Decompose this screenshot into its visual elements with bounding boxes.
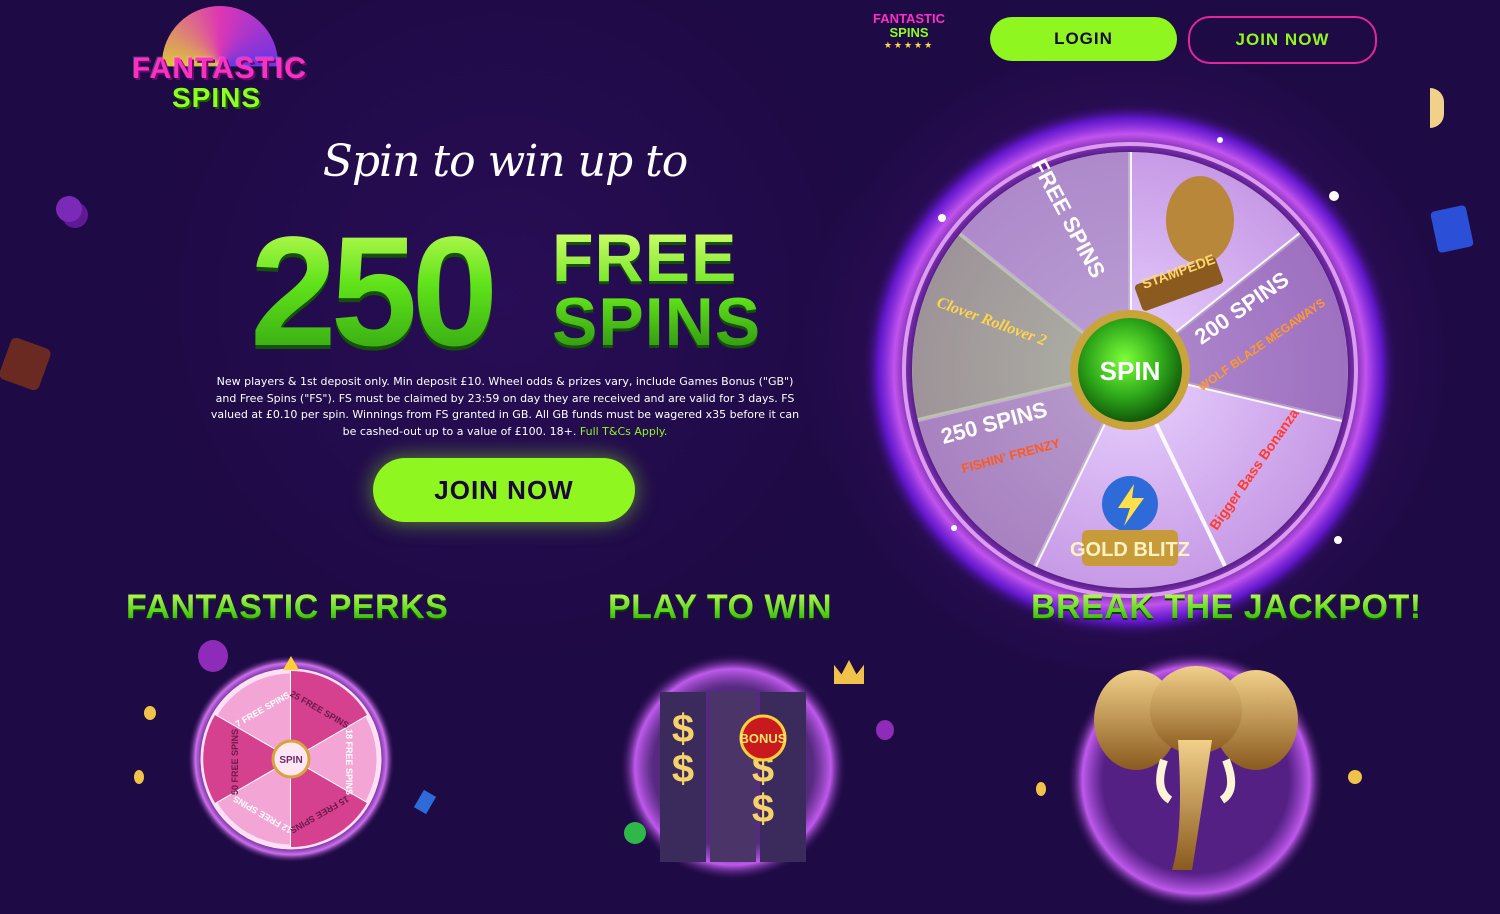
header-join-now-button[interactable]: JOIN NOW (1188, 16, 1377, 64)
svg-text:$: $ (672, 747, 694, 791)
hero-free-spins-text: FREE SPINS (552, 226, 761, 354)
svg-text:$: $ (672, 707, 694, 751)
prize-wheel-graphic: SPIN FREE SPINS STAMPEDE 200 SPINS WOLF … (862, 102, 1398, 638)
terms-text: New players & 1st deposit only. Min depo… (208, 374, 802, 440)
logo-word-fantastic: FANTASTIC (132, 52, 308, 85)
perks-wheel-image: SPIN 7 FREE SPINS 25 FREE SPINS 18 FREE … (186, 654, 396, 864)
blue-gem-icon (1430, 204, 1474, 254)
brand-logo[interactable]: FANTASTIC SPINS (130, 6, 310, 113)
wheel-segment-gold-blitz: GOLD BLITZ (1070, 539, 1190, 561)
hero-tagline: Spin to win up to (322, 136, 689, 187)
mini-logo-line2: SPINS (889, 25, 929, 40)
wheel-spin-label: SPIN (1100, 356, 1161, 386)
grapes-icon (198, 640, 228, 672)
perks-segment-6: 50 FREE SPINS (230, 729, 240, 795)
coin-icon (134, 770, 144, 784)
coin-icon (1036, 782, 1046, 796)
logo-word-spins: SPINS (172, 82, 262, 113)
section-title-break-the-jackpot: BREAK THE JACKPOT! (1031, 588, 1422, 626)
coin-icon (1348, 770, 1362, 784)
chocolate-icon (0, 336, 53, 392)
perks-wheel-spin-label: SPIN (279, 755, 302, 766)
hero-join-now-button[interactable]: JOIN NOW (373, 458, 635, 522)
hero-free-word: FREE (552, 220, 738, 296)
grapes-icon (876, 720, 894, 740)
perks-segment-3: 18 FREE SPINS (344, 729, 354, 795)
section-title-play-to-win: PLAY TO WIN (608, 588, 833, 626)
play-to-win-slots-image: $ $ $ $ BONUS (618, 652, 848, 882)
mini-logo-line1: FANTASTIC (873, 11, 945, 26)
terms-link[interactable]: Full T&Cs Apply. (580, 425, 668, 438)
svg-text:$: $ (752, 787, 774, 831)
mini-logo-stars: ★★★★★ (883, 41, 935, 51)
hero-spin-count: 250 (250, 205, 498, 379)
hero-spins-word: SPINS (552, 284, 762, 360)
slots-bonus-label: BONUS (740, 731, 787, 746)
gold-coin-icon (1430, 88, 1444, 128)
section-title-fantastic-perks: FANTASTIC PERKS (126, 588, 449, 626)
grapes-icon (56, 196, 82, 222)
header-mini-logo: FANTASTIC SPINS ★★★★★ (868, 12, 950, 58)
terms-body: New players & 1st deposit only. Min depo… (210, 375, 800, 438)
coin-icon (144, 706, 156, 720)
prize-wheel[interactable]: SPIN FREE SPINS STAMPEDE 200 SPINS WOLF … (860, 100, 1400, 640)
blue-gem-icon (413, 789, 437, 815)
jackpot-elephant-image (1066, 650, 1326, 910)
login-button[interactable]: LOGIN (990, 17, 1177, 61)
clover-icon (624, 822, 646, 844)
